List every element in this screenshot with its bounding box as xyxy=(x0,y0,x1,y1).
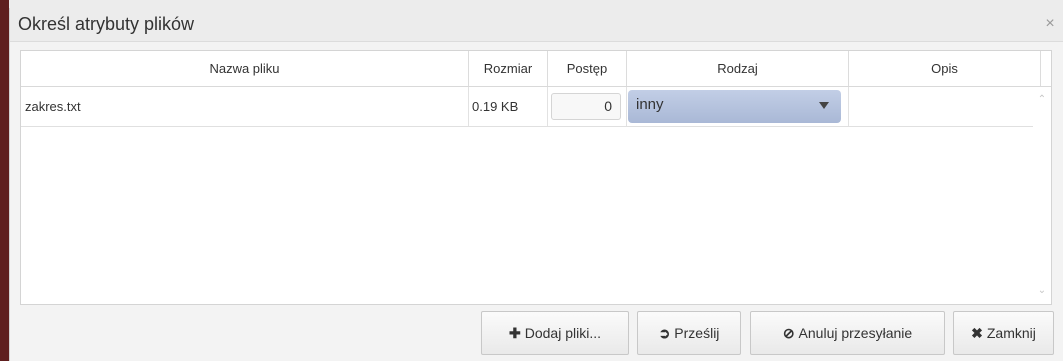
table-header: Nazwa pliku Rozmiar Postęp Rodzaj Opis xyxy=(21,51,1051,87)
scroll-up-icon[interactable]: ⌃ xyxy=(1037,95,1047,105)
description-cell[interactable] xyxy=(849,87,1033,126)
x-icon: ✖ xyxy=(971,325,983,341)
table-row[interactable]: zakres.txt 0.19 KB 0 inny xyxy=(21,87,1033,127)
column-header-description[interactable]: Opis xyxy=(849,51,1041,86)
cancel-upload-label: Anuluj przesyłanie xyxy=(798,325,913,341)
close-icon[interactable]: × xyxy=(1042,16,1058,32)
type-select[interactable]: inny xyxy=(628,90,841,123)
progress-cell: 0 xyxy=(548,87,627,126)
file-name-cell: zakres.txt xyxy=(21,87,469,126)
column-header-type[interactable]: Rodzaj xyxy=(627,51,849,86)
add-files-label: Dodaj pliki... xyxy=(524,325,601,341)
column-header-size[interactable]: Rozmiar xyxy=(469,51,548,86)
add-files-button[interactable]: ✚ Dodaj pliki... xyxy=(481,311,629,355)
progress-value: 0 xyxy=(551,93,621,120)
send-button[interactable]: ➲ Prześlij xyxy=(637,311,741,355)
close-button[interactable]: ✖ Zamknij xyxy=(953,311,1054,355)
chevron-down-icon xyxy=(819,102,829,109)
file-attributes-dialog: Określ atrybuty plików × Nazwa pliku Roz… xyxy=(9,8,1063,361)
send-label: Prześlij xyxy=(674,325,720,341)
file-size-cell: 0.19 KB xyxy=(469,87,548,126)
column-header-name[interactable]: Nazwa pliku xyxy=(21,51,469,86)
background-window-edge xyxy=(0,0,9,361)
dialog-title: Określ atrybuty plików xyxy=(18,14,195,34)
scroll-down-icon[interactable]: ⌄ xyxy=(1037,286,1047,296)
vertical-scrollbar[interactable]: ⌃ ⌄ xyxy=(1033,87,1051,304)
file-table: Nazwa pliku Rozmiar Postęp Rodzaj Opis z… xyxy=(20,50,1052,305)
column-header-progress[interactable]: Postęp xyxy=(548,51,627,86)
dialog-titlebar[interactable]: Określ atrybuty plików × xyxy=(10,8,1063,42)
ban-icon: ⊘ xyxy=(782,325,795,341)
cancel-upload-button[interactable]: ⊘ Anuluj przesyłanie xyxy=(750,311,945,355)
background-window-strip xyxy=(9,0,1063,8)
type-cell: inny xyxy=(627,87,849,126)
type-select-value: inny xyxy=(636,96,664,113)
circle-arrow-right-icon: ➲ xyxy=(658,325,671,341)
plus-icon: ✚ xyxy=(509,325,521,341)
close-label: Zamknij xyxy=(986,325,1036,341)
